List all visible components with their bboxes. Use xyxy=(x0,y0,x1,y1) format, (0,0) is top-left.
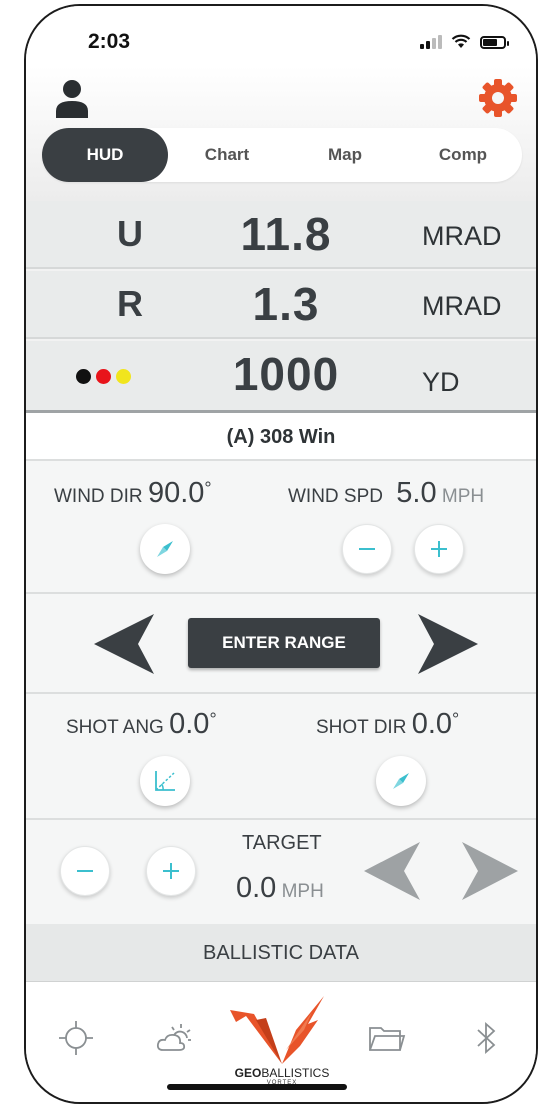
shot-ang-value: 0.0 xyxy=(169,708,210,740)
shot-dir-value: 0.0 xyxy=(411,708,453,740)
elevation-value: 11.8 xyxy=(240,208,332,260)
target-speed-unit: MPH xyxy=(281,881,324,902)
status-dots xyxy=(76,369,131,384)
header: HUD Chart Map Comp xyxy=(26,66,536,201)
target-speed-increase-button[interactable] xyxy=(146,846,196,896)
windage-direction: R xyxy=(117,283,143,324)
status-icons xyxy=(420,34,509,49)
compass-icon xyxy=(393,773,409,789)
wind-spd-unit: MPH xyxy=(441,486,485,507)
range-entry-section: ENTER RANGE xyxy=(26,594,536,694)
status-bar: 2:03 xyxy=(26,6,536,66)
wind-dir-label: WIND DIR xyxy=(54,486,143,507)
target-speed-value: 0.0 xyxy=(236,872,277,904)
compass-icon xyxy=(157,541,173,557)
crosshair-icon[interactable] xyxy=(56,1018,96,1058)
elevation-unit: MRAD xyxy=(422,221,502,251)
shot-section: SHOT ANG 0.0° SHOT DIR 0.0° xyxy=(26,694,536,820)
bluetooth-icon[interactable] xyxy=(466,1018,506,1058)
target-speed-decrease-button[interactable] xyxy=(60,846,110,896)
shot-direction-compass-button[interactable] xyxy=(376,756,426,806)
folder-icon[interactable] xyxy=(366,1018,406,1058)
degree-symbol: ° xyxy=(209,709,217,730)
shot-ang-readout: SHOT ANG 0.0° xyxy=(66,708,217,741)
wind-speed-increase-button[interactable] xyxy=(414,524,464,574)
wifi-icon xyxy=(451,34,471,48)
target-speed-readout: 0.0 MPH xyxy=(236,872,324,905)
home-indicator[interactable] xyxy=(167,1084,347,1090)
weather-icon[interactable] xyxy=(154,1018,194,1058)
degree-symbol: ° xyxy=(452,709,460,730)
wind-spd-value: 5.0 xyxy=(396,477,437,509)
wind-direction-compass-button[interactable] xyxy=(140,524,190,574)
range-unit: YD xyxy=(422,367,460,397)
tab-bar: HUD Chart Map Comp xyxy=(42,128,522,182)
tab-chart[interactable]: Chart xyxy=(168,128,286,182)
range-increase-arrow-icon[interactable] xyxy=(416,614,478,674)
wind-section: WIND DIR 90.0° WIND SPD 5.0 MPH xyxy=(26,461,536,594)
ballistic-data-button[interactable]: BALLISTIC DATA xyxy=(26,924,536,982)
geoballistics-logo[interactable]: GEOBALLISTICS VORTEX xyxy=(226,990,338,1086)
shot-dir-readout: SHOT DIR 0.0° xyxy=(316,708,459,741)
shot-dir-label: SHOT DIR xyxy=(316,717,407,738)
shot-ang-label: SHOT ANG xyxy=(66,717,164,738)
minus-icon xyxy=(359,548,375,550)
signal-icon xyxy=(420,35,442,49)
range-value: 1000 xyxy=(232,348,340,400)
range-row: 1000 YD xyxy=(26,341,536,410)
target-direction-left-arrow-icon[interactable] xyxy=(364,842,422,900)
wind-spd-readout: WIND SPD 5.0 MPH xyxy=(288,477,484,510)
battery-icon xyxy=(480,36,509,49)
status-dot-red xyxy=(96,369,111,384)
status-dot-yellow xyxy=(116,369,131,384)
target-direction-right-arrow-icon[interactable] xyxy=(460,842,518,900)
minus-icon xyxy=(77,870,93,872)
status-dot-black xyxy=(76,369,91,384)
geoballistics-eagle-icon xyxy=(230,996,324,1064)
wind-spd-label: WIND SPD xyxy=(288,486,383,507)
tab-comp[interactable]: Comp xyxy=(404,128,522,182)
degree-symbol: ° xyxy=(204,478,212,499)
tab-map[interactable]: Map xyxy=(286,128,404,182)
inclinometer-icon xyxy=(155,771,175,791)
windage-unit: MRAD xyxy=(422,291,502,321)
range-decrease-arrow-icon[interactable] xyxy=(94,614,156,674)
target-label: TARGET xyxy=(242,832,322,854)
windage-row: R 1.3 MRAD xyxy=(26,271,536,339)
settings-gear-icon[interactable] xyxy=(478,78,518,118)
target-section: TARGET 0.0 MPH xyxy=(26,820,536,924)
plus-icon xyxy=(163,863,179,879)
elevation-direction: U xyxy=(117,213,143,254)
shot-angle-button[interactable] xyxy=(140,756,190,806)
gun-profile-name[interactable]: (A) 308 Win xyxy=(26,413,536,461)
status-time: 2:03 xyxy=(88,30,131,53)
plus-icon xyxy=(431,541,447,557)
wind-speed-decrease-button[interactable] xyxy=(342,524,392,574)
enter-range-button[interactable]: ENTER RANGE xyxy=(188,618,380,668)
user-profile-icon[interactable] xyxy=(54,78,90,118)
tab-hud[interactable]: HUD xyxy=(42,128,168,182)
elevation-row: U 11.8 MRAD xyxy=(26,201,536,269)
windage-value: 1.3 xyxy=(252,278,320,330)
phone-frame: 2:03 HUD Chart Map Comp U 11.8 MRAD R 1.… xyxy=(24,4,538,1104)
wind-dir-readout: WIND DIR 90.0° xyxy=(54,477,212,510)
wind-dir-value: 90.0 xyxy=(147,477,205,509)
logo-text: GEOBALLISTICS xyxy=(234,1066,330,1080)
